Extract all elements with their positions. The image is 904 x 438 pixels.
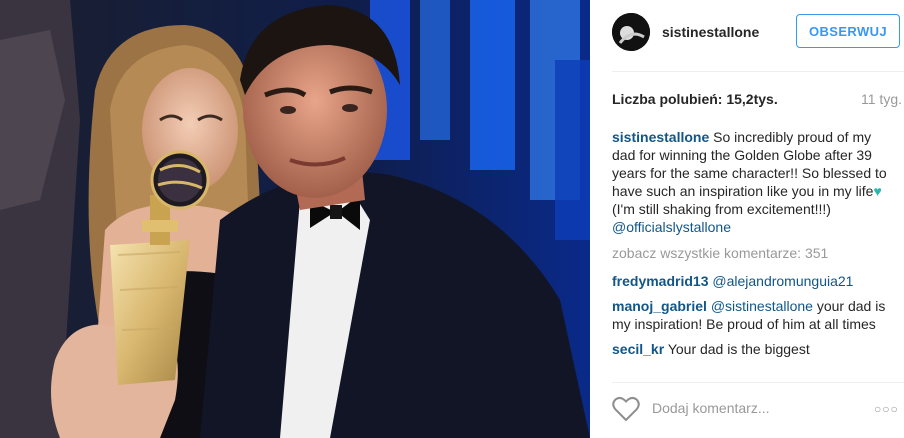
comment-username[interactable]: fredymadrid13 <box>612 273 708 289</box>
avatar[interactable] <box>612 13 650 51</box>
caption: sistinestallone So incredibly proud of m… <box>612 128 894 236</box>
post-footer: ○○○ <box>590 382 904 438</box>
post-side-panel: sistinestallone OBSERWUJ Liczba polubień… <box>590 0 904 438</box>
comment-mention[interactable]: @alejandromunguia21 <box>712 273 853 289</box>
comment-item: manoj_gabriel @sistinestallone your dad … <box>612 297 894 333</box>
heart-emoji: ♥ <box>873 183 882 199</box>
post-time[interactable]: 11 tyg. <box>861 91 902 107</box>
post-header: sistinestallone OBSERWUJ <box>590 0 904 65</box>
instagram-post: sistinestallone OBSERWUJ Liczba polubień… <box>0 0 904 438</box>
avatar-image <box>612 13 650 51</box>
more-dots-icon[interactable]: ○○○ <box>874 402 899 416</box>
photo-illustration <box>0 0 590 438</box>
caption-username[interactable]: sistinestallone <box>612 129 709 145</box>
view-all-comments-link[interactable]: zobacz wszystkie komentarze: 351 <box>612 244 894 262</box>
comment-username[interactable]: secil_kr <box>612 341 664 357</box>
comment-text: Your dad is the biggest <box>667 341 810 357</box>
header-username[interactable]: sistinestallone <box>662 24 759 40</box>
comment-username[interactable]: manoj_gabriel <box>612 298 707 314</box>
comment-item: secil_kr Your dad is the biggest <box>612 340 894 358</box>
comments-list: sistinestallone So incredibly proud of m… <box>612 128 894 365</box>
comment-item: fredymadrid13 @alejandromunguia21 <box>612 272 894 290</box>
likes-count[interactable]: Liczba polubień: 15,2tys. <box>612 91 778 107</box>
comment-mention[interactable]: @sistinestallone <box>711 298 813 314</box>
post-photo[interactable] <box>0 0 590 438</box>
caption-mention[interactable]: @officialslystallone <box>612 219 731 235</box>
caption-text-after: (I'm still shaking from excitement!!!) <box>612 201 831 217</box>
add-comment-input[interactable] <box>652 400 822 416</box>
likes-row: Liczba polubień: 15,2tys. 11 tyg. <box>612 91 902 107</box>
heart-outline-icon[interactable] <box>612 396 640 422</box>
follow-button[interactable]: OBSERWUJ <box>796 14 900 48</box>
header-divider <box>612 71 904 72</box>
